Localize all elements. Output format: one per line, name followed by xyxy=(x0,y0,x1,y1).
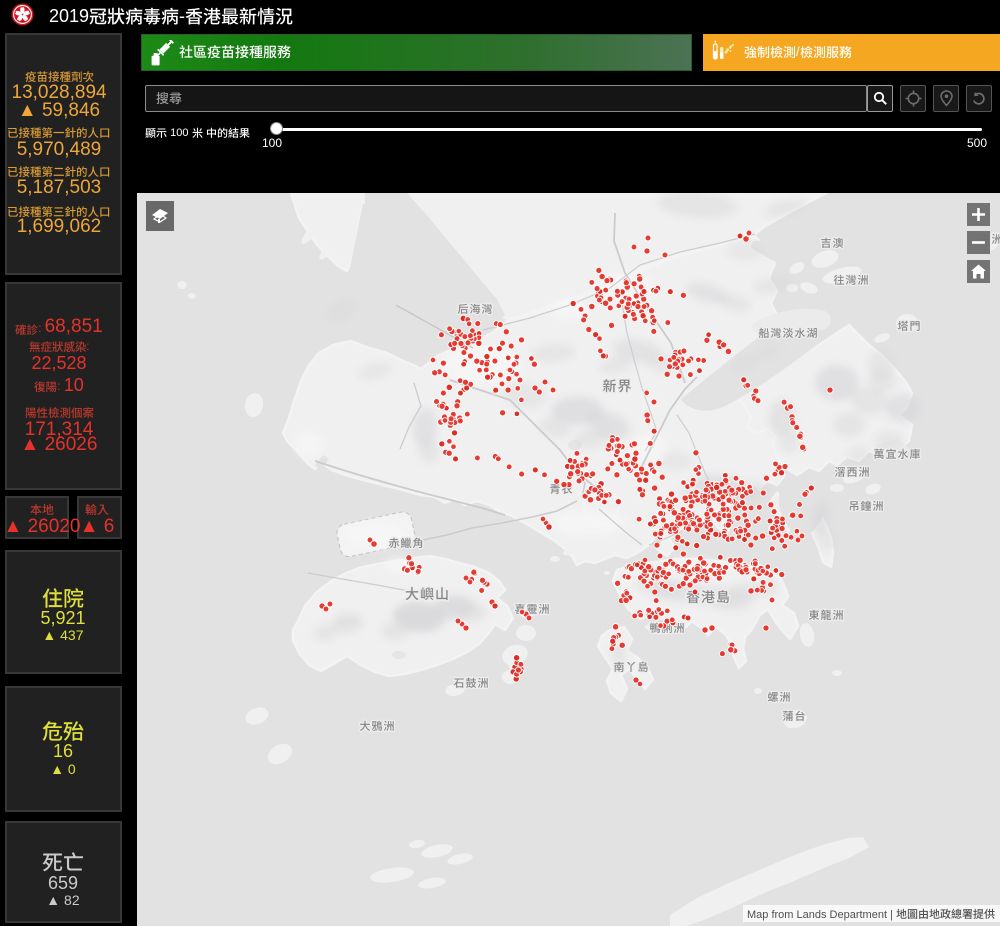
svg-text:Map from Lands Department |: Map from Lands Department | xyxy=(747,909,893,921)
